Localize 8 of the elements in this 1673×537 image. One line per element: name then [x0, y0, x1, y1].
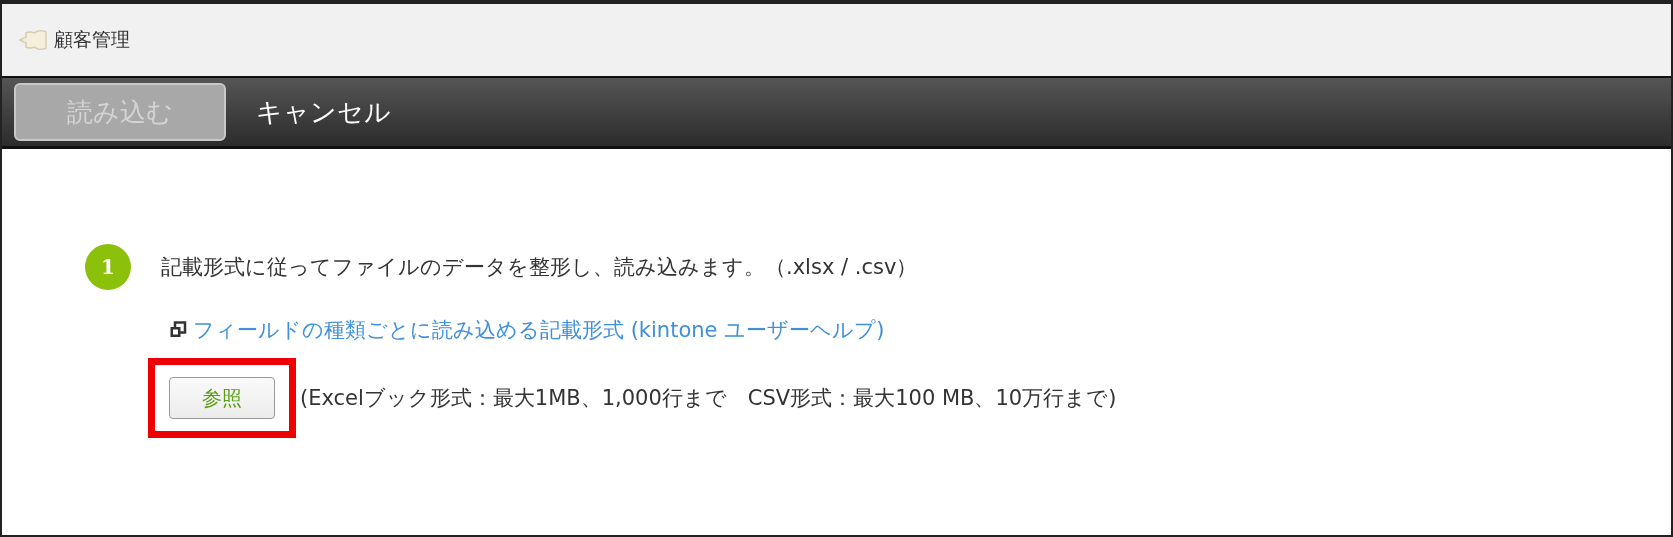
step-instruction: 記載形式に従ってファイルのデータを整形し、読み込みます。（.xlsx / .csv） [161, 254, 918, 281]
help-link[interactable]: フィールドの種類ごとに読み込める記載形式 (kintone ユーザーヘルプ) [193, 316, 885, 344]
browse-button[interactable]: 参照 [169, 377, 275, 419]
cancel-button[interactable]: キャンセル [256, 94, 391, 130]
step-number: 1 [85, 244, 131, 290]
app-title: 顧客管理 [54, 27, 130, 52]
file-limit-note: (Excelブック形式：最大1MB、1,000行まで CSV形式：最大100 MB、10万行まで) [300, 385, 1117, 412]
external-window-icon [169, 321, 187, 339]
